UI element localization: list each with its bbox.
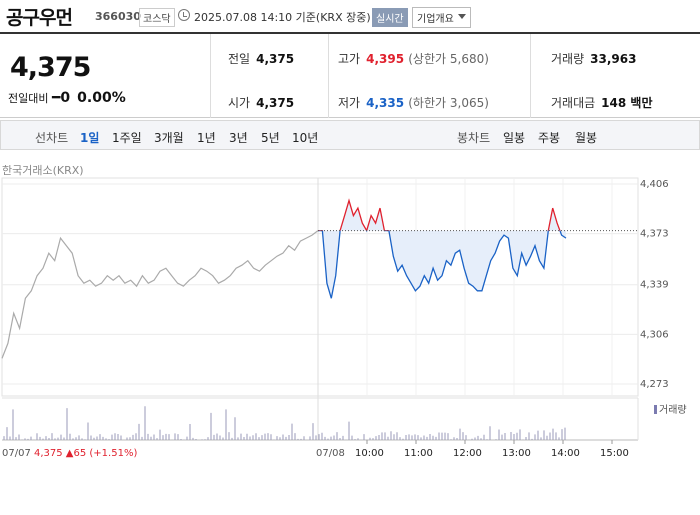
- prev-day-close-label: 4,375 ▲65 (+1.51%): [34, 448, 137, 459]
- x-tick-label: 10:00: [355, 448, 384, 459]
- volume-legend-label: 거래량: [659, 404, 687, 416]
- plot-frame: [1, 177, 639, 397]
- volume-legend-swatch: [654, 405, 657, 414]
- x-tick-label: 11:00: [404, 448, 433, 459]
- x-tick-label: 12:00: [453, 448, 482, 459]
- x-tick-label: 15:00: [600, 448, 629, 459]
- below-ref-fill: [318, 200, 566, 299]
- x-tick-label: 07/08: [316, 448, 345, 459]
- price-chart: 4,406 4,373 4,339 4,306 4,273 거래량 07/07 4,375 ▲…: [1, 177, 687, 459]
- y-tick-label: 4,339: [640, 280, 669, 291]
- y-tick-label: 4,406: [640, 179, 669, 190]
- y-tick-label: 4,373: [640, 229, 669, 240]
- prev-day-date-label: 07/07: [2, 448, 31, 459]
- x-tick-label: 14:00: [551, 448, 580, 459]
- x-tick-label: 13:00: [502, 448, 531, 459]
- y-tick-label: 4,273: [640, 379, 669, 390]
- y-tick-label: 4,306: [640, 329, 669, 340]
- prev-day-line: [1, 230, 319, 359]
